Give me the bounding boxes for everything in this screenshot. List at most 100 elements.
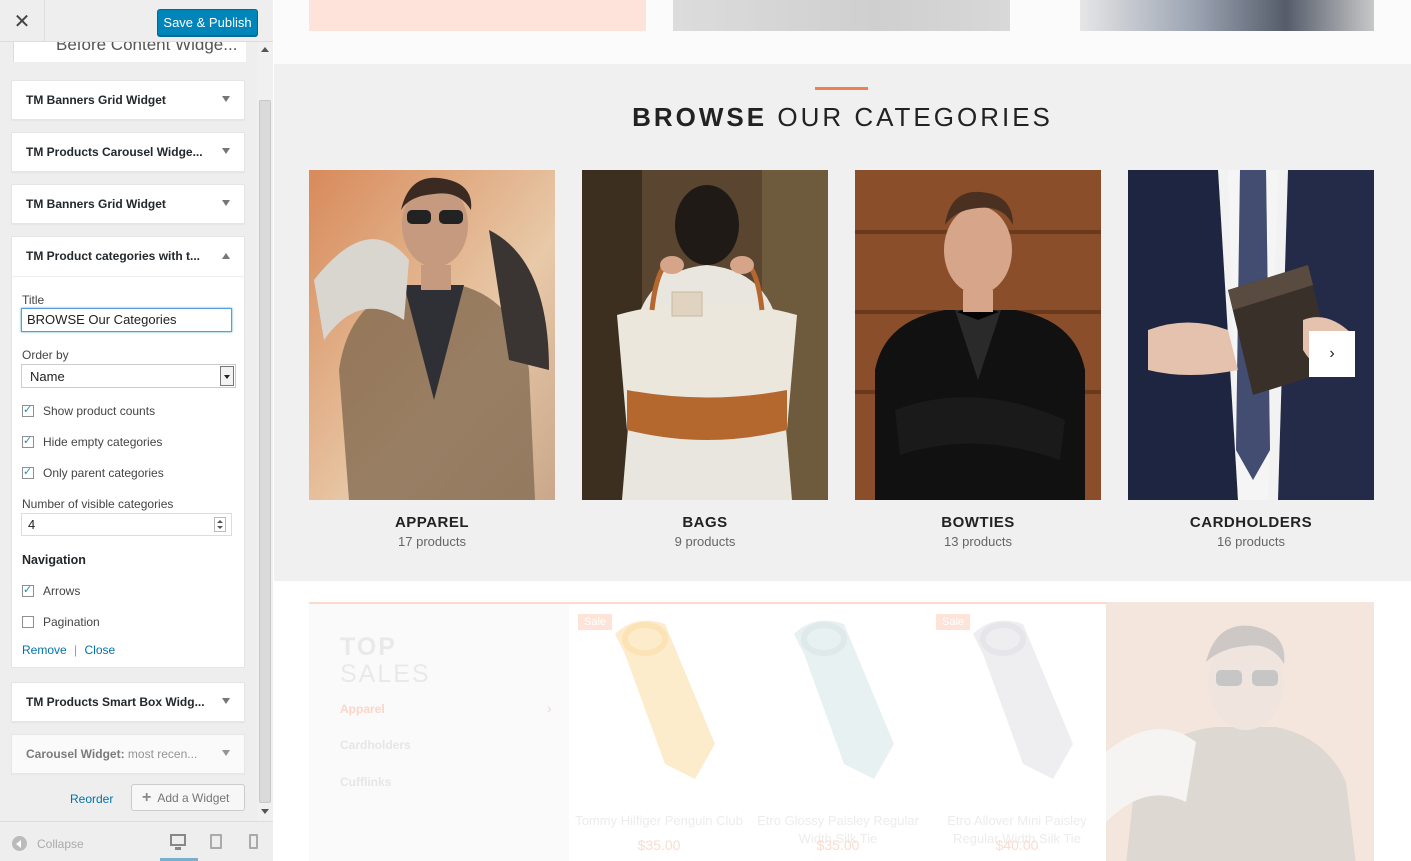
widget-actions: Remove | Close	[22, 643, 115, 657]
arrows-row[interactable]: Arrows	[22, 583, 80, 599]
widget-title: TM Banners Grid Widget	[26, 197, 166, 211]
separator: |	[74, 643, 78, 657]
top-sales-section: TOP SALES Apparel › Cardholders Cufflink…	[274, 581, 1411, 861]
category-count: 16 products	[1217, 534, 1285, 549]
visible-count-value: 4	[28, 517, 36, 532]
plus-icon: +	[142, 788, 152, 806]
widget-product-categories: TM Product categories with t... Title BR…	[11, 236, 245, 668]
banner-image[interactable]	[1080, 0, 1374, 31]
add-widget-button[interactable]: + Add a Widget	[131, 784, 245, 811]
save-publish-button[interactable]: Save & Publish	[157, 9, 258, 36]
widget-carousel[interactable]: Carousel Widget: most recen...	[11, 734, 245, 774]
category-image[interactable]	[855, 170, 1101, 500]
category-count: 9 products	[674, 534, 736, 549]
product-card[interactable]: Sale Etro Allover Mini Paisley Regular W…	[928, 604, 1106, 861]
promo-image[interactable]	[1106, 602, 1374, 861]
product-image	[973, 620, 1073, 779]
widget-header[interactable]: TM Product categories with t...	[12, 237, 244, 277]
show-counts-row[interactable]: Show product counts	[22, 403, 155, 419]
collapse-icon	[12, 836, 27, 851]
hide-empty-checkbox[interactable]	[22, 434, 34, 448]
scroll-thumb[interactable]	[259, 100, 271, 803]
sales-category-item[interactable]: Cardholders	[340, 738, 411, 752]
remove-link[interactable]: Remove	[22, 643, 67, 657]
category-name[interactable]: APPAREL	[309, 514, 555, 531]
expand-arrow-icon[interactable]	[222, 148, 230, 154]
category-image[interactable]	[582, 170, 828, 500]
order-by-label: Order by	[22, 348, 69, 362]
product-name[interactable]: Tommy Hilfiger Penguin Club	[570, 812, 748, 830]
title-input[interactable]: BROWSE Our Categories	[21, 308, 232, 332]
widget-title: TM Banners Grid Widget	[26, 93, 166, 107]
collapse-button[interactable]: Collapse	[12, 836, 84, 851]
expand-arrow-icon[interactable]	[222, 750, 230, 756]
show-counts-checkbox[interactable]	[22, 403, 34, 417]
only-parent-label: Only parent categories	[43, 466, 164, 480]
show-counts-label: Show product counts	[43, 404, 156, 418]
widget-title: TM Products Carousel Widge...	[26, 145, 203, 159]
tablet-preview-icon[interactable]	[210, 834, 222, 849]
sales-title: TOP SALES	[340, 634, 431, 688]
expand-arrow-icon[interactable]	[222, 200, 230, 206]
arrows-checkbox[interactable]	[22, 583, 34, 597]
sales-category-item[interactable]: Apparel	[340, 702, 385, 716]
sidebar-footer: Collapse	[0, 821, 273, 861]
heading-bold: BROWSE	[632, 102, 768, 132]
product-card[interactable]: Etro Glossy Paisley Regular Width Silk T…	[749, 604, 927, 861]
close-link[interactable]: Close	[85, 643, 116, 657]
order-by-value: Name	[30, 369, 65, 384]
widget-title-sub: most recen...	[127, 747, 198, 761]
category-name[interactable]: CARDHOLDERS	[1128, 514, 1374, 531]
expand-arrow-icon[interactable]	[222, 96, 230, 102]
widget-title-main: Carousel Widget:	[26, 747, 125, 761]
product-image	[794, 620, 894, 779]
mobile-preview-icon[interactable]	[249, 834, 258, 849]
visible-count-input[interactable]: 4	[21, 513, 232, 536]
widget-banners-grid-1[interactable]: TM Banners Grid Widget	[11, 80, 245, 120]
widget-products-carousel[interactable]: TM Products Carousel Widge...	[11, 132, 245, 172]
visible-count-label: Number of visible categories	[22, 497, 174, 511]
only-parent-row[interactable]: Only parent categories	[22, 465, 164, 481]
scroll-up-icon[interactable]	[261, 47, 269, 52]
category-name[interactable]: BAGS	[582, 514, 828, 531]
sidebar-scrollbar[interactable]	[257, 42, 273, 821]
pagination-checkbox[interactable]	[22, 616, 34, 628]
category-card[interactable]: BOWTIES 13 products	[855, 170, 1101, 549]
navigation-label: Navigation	[22, 553, 86, 567]
pagination-label: Pagination	[43, 615, 100, 629]
reorder-link[interactable]: Reorder	[70, 792, 113, 806]
desktop-preview-icon[interactable]	[170, 834, 186, 850]
expand-arrow-icon[interactable]	[222, 698, 230, 704]
category-count: 17 products	[398, 534, 466, 549]
banner-image[interactable]	[673, 0, 1010, 31]
customizer-sidebar: Before Content Widge... TM Banners Grid …	[0, 0, 273, 861]
banner-strip	[274, 0, 1411, 64]
pagination-row[interactable]: Pagination	[22, 614, 100, 630]
hide-empty-row[interactable]: Hide empty categories	[22, 434, 162, 450]
widget-title: Carousel Widget: most recen...	[26, 747, 211, 761]
product-price: $35.00	[637, 837, 681, 853]
sidebar-scroll-area: Before Content Widge... TM Banners Grid …	[0, 42, 257, 821]
widget-smart-box[interactable]: TM Products Smart Box Widg...	[11, 682, 245, 722]
close-icon[interactable]: ✕	[0, 0, 45, 42]
site-preview: BROWSE OUR CATEGORIES APPAREL 17 product…	[274, 0, 1411, 861]
collapse-arrow-icon[interactable]	[222, 253, 230, 259]
banner-image[interactable]	[309, 0, 646, 31]
order-by-select[interactable]: Name	[21, 364, 236, 388]
chevron-right-icon: ›	[547, 700, 552, 716]
scroll-down-icon[interactable]	[261, 809, 269, 814]
product-card[interactable]: Sale Tommy Hilfiger Penguin Club $35.00	[570, 604, 748, 861]
spinner-icon[interactable]	[214, 517, 226, 532]
only-parent-checkbox[interactable]	[22, 465, 34, 479]
widget-banners-grid-2[interactable]: TM Banners Grid Widget	[11, 184, 245, 224]
chevron-right-icon[interactable]: ›	[1309, 331, 1355, 377]
category-card[interactable]: BAGS 9 products	[582, 170, 828, 549]
widget-title: TM Product categories with t...	[26, 249, 201, 263]
category-name[interactable]: BOWTIES	[855, 514, 1101, 531]
category-image[interactable]	[309, 170, 555, 500]
sales-category-item[interactable]: Cufflinks	[340, 775, 391, 789]
dropdown-arrow-icon[interactable]	[220, 366, 234, 386]
section-heading: BROWSE OUR CATEGORIES	[274, 102, 1411, 133]
section-title: Before Content Widge...	[13, 42, 246, 62]
category-card[interactable]: APPAREL 17 products	[309, 170, 555, 549]
